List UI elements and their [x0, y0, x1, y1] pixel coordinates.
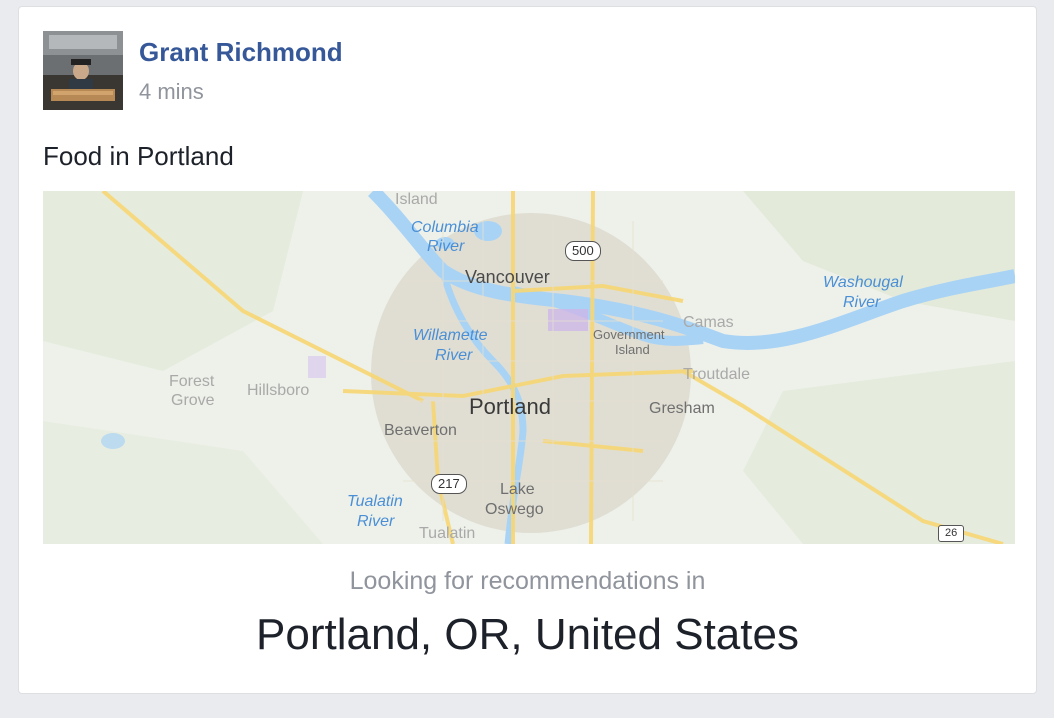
- map-label-willamette-river-2: River: [435, 347, 473, 364]
- map-label-willamette-river: Willamette: [413, 327, 488, 344]
- location-map[interactable]: Island Columbia River 500 Vancouver Wash…: [43, 191, 1015, 544]
- map-label-forest-grove-2: Grove: [171, 392, 215, 409]
- recommendations-prompt: Looking for recommendations in: [349, 567, 706, 595]
- route-500-shield: 500: [565, 241, 601, 261]
- map-label-camas: Camas: [683, 314, 734, 331]
- map-label-tualatin-river: Tualatin: [347, 493, 403, 510]
- post-card: Grant Richmond 4 mins Food in Portland I…: [18, 6, 1037, 694]
- map-label-washougal-river: Washougal: [823, 274, 903, 291]
- recommendations-location: Portland, OR, United States: [256, 610, 799, 659]
- map-label-hillsboro: Hillsboro: [247, 382, 310, 399]
- map-label-gresham: Gresham: [649, 400, 715, 417]
- map-label-columbia-river-2: River: [427, 238, 465, 255]
- map-label-tualatin-river-2: River: [357, 513, 395, 530]
- map-label-forest-grove: Forest: [169, 373, 215, 390]
- map-label-island: Island: [395, 191, 438, 208]
- map-label-vancouver: Vancouver: [465, 267, 550, 287]
- post-timestamp[interactable]: 4 mins: [139, 79, 204, 105]
- map-label-lake-oswego: Lake: [500, 481, 535, 498]
- map-label-troutdale: Troutdale: [683, 366, 750, 383]
- map-label-tualatin: Tualatin: [419, 525, 476, 542]
- author-avatar[interactable]: [43, 31, 123, 110]
- author-name-link[interactable]: Grant Richmond: [139, 37, 343, 68]
- route-26-shield: 26: [938, 525, 965, 542]
- map-label-portland: Portland: [469, 394, 551, 419]
- map-label-washougal-river-2: River: [843, 294, 881, 311]
- post-text: Food in Portland: [43, 141, 234, 171]
- map-label-government-island: Government: [593, 327, 665, 342]
- map-label-beaverton: Beaverton: [384, 422, 457, 439]
- route-217-shield: 217: [431, 474, 467, 494]
- map-label-columbia-river: Columbia: [411, 219, 479, 236]
- map-label-lake-oswego-2: Oswego: [485, 501, 544, 518]
- map-label-government-island-2: Island: [615, 342, 650, 357]
